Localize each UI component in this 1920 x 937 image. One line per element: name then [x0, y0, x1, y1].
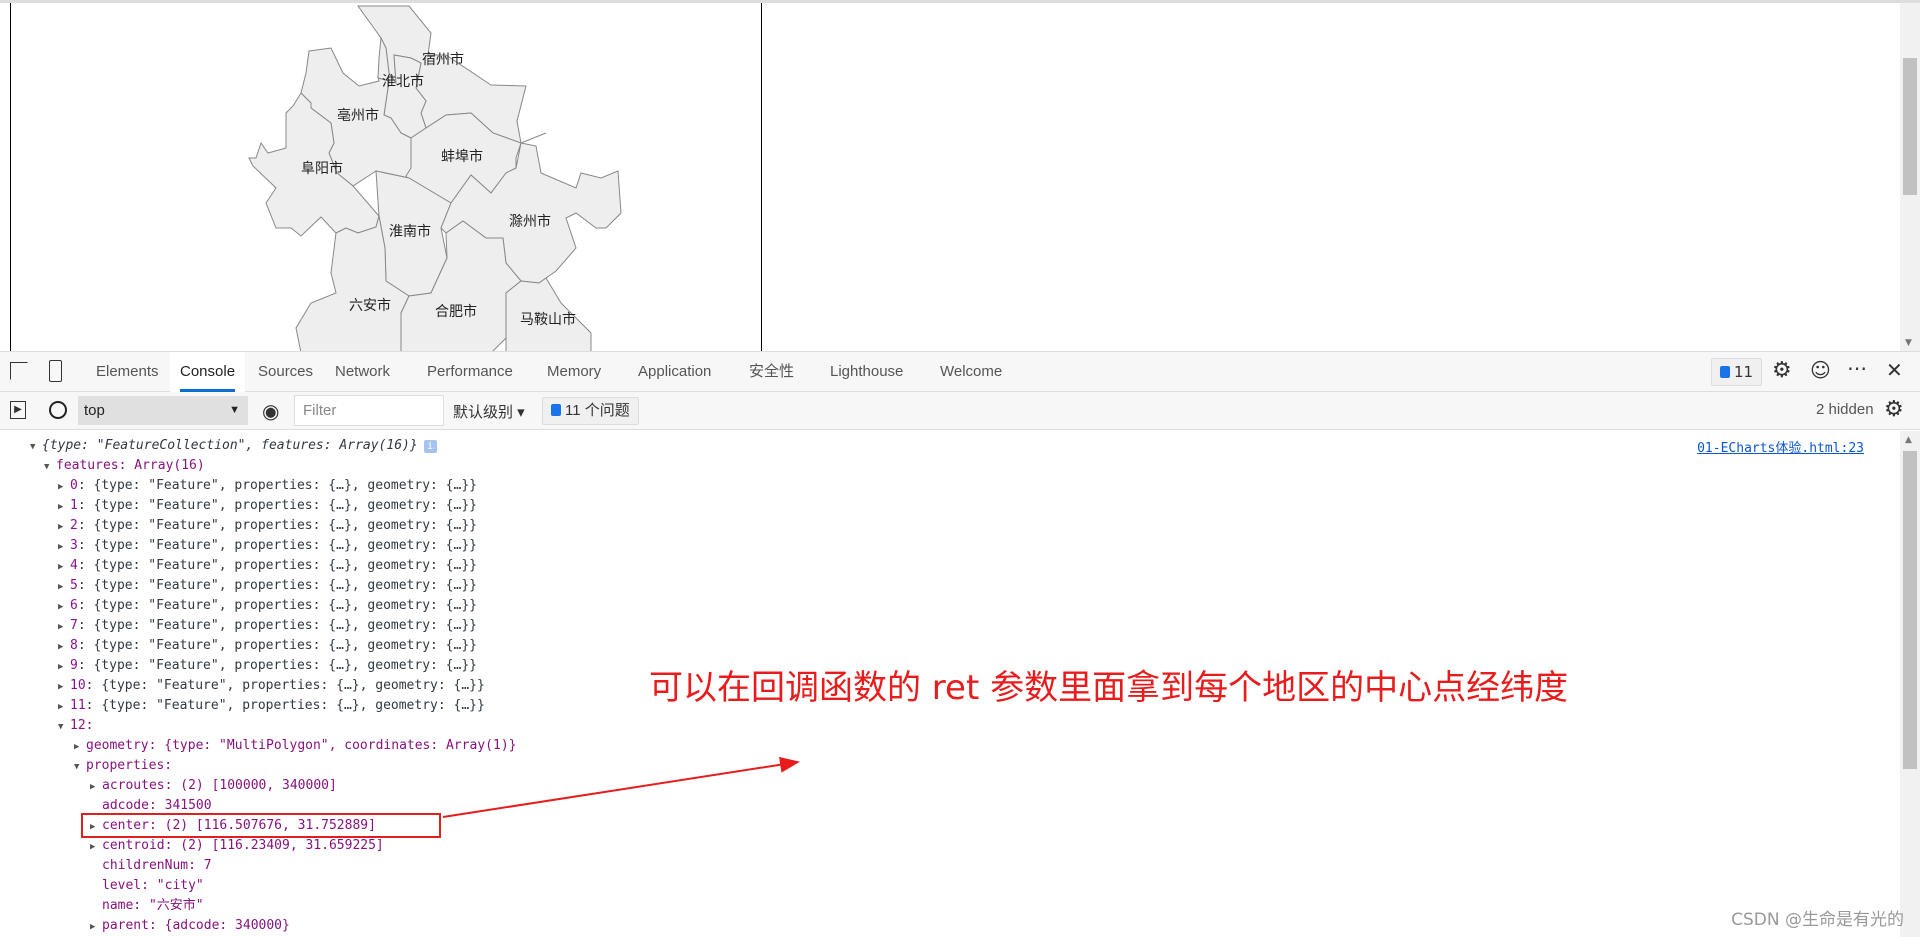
annotation-arrow	[442, 756, 800, 818]
annotation-text: 可以在回调函数的 ret 参数里面拿到每个地区的中心点经纬度	[649, 668, 1569, 708]
watermark: CSDN @生命是有光的	[1731, 910, 1904, 930]
map-region-label: 六安市	[349, 298, 391, 314]
map-region-label: 亳州市	[337, 108, 379, 124]
map-region-label: 淮北市	[382, 74, 424, 90]
map-region-label: 滁州市	[509, 214, 551, 230]
map-region-label: 合肥市	[435, 304, 477, 320]
map-region-label: 淮南市	[389, 224, 431, 240]
map-region-label: 马鞍山市	[520, 312, 576, 328]
map-region-label: 蚌埠市	[441, 149, 483, 165]
map-region-label: 阜阳市	[301, 161, 343, 177]
map-region-label: 宿州市	[422, 52, 464, 68]
